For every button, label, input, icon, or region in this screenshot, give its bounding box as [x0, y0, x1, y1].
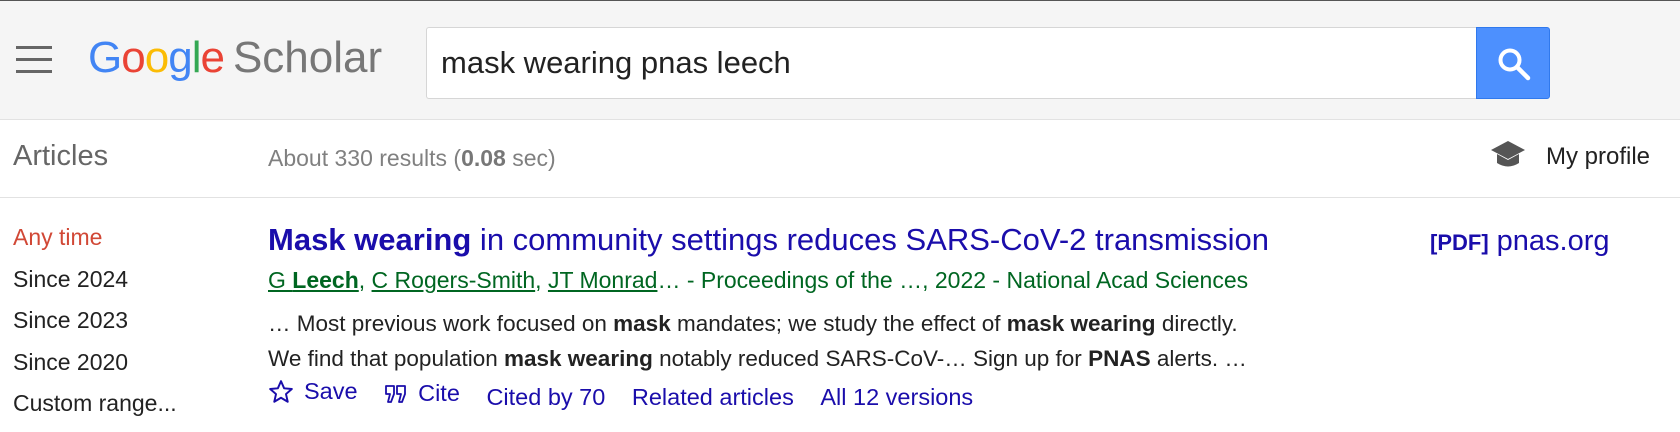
- snippet-text: alerts. …: [1150, 346, 1247, 371]
- logo-google-wordmark: Google: [88, 33, 225, 82]
- pdf-link[interactable]: [PDF] pnas.org: [1430, 225, 1610, 258]
- results-count-suffix: sec): [505, 145, 556, 171]
- save-button[interactable]: Save: [268, 378, 358, 405]
- result-title-link[interactable]: Mask wearing in community settings reduc…: [268, 222, 1368, 258]
- search-result: Mask wearing in community settings reduc…: [268, 222, 1368, 410]
- logo-letter: g: [168, 33, 193, 82]
- snippet-line-2: We find that population mask wearing not…: [268, 341, 1247, 376]
- filter-since-2023[interactable]: Since 2023: [13, 307, 177, 349]
- results-count-prefix: About 330 results (: [268, 145, 462, 171]
- search-button[interactable]: [1476, 27, 1550, 99]
- pdf-tag: [PDF]: [1430, 230, 1489, 255]
- author-link-leech[interactable]: G Leech: [268, 267, 359, 293]
- results-time: 0.08: [461, 145, 506, 171]
- time-filter-list: Any time Since 2024 Since 2023 Since 202…: [13, 224, 177, 432]
- result-title-rest: in community settings reduces SARS-CoV-2…: [471, 222, 1270, 257]
- cite-button[interactable]: Cite: [384, 380, 460, 407]
- snippet-text: We find that population: [268, 346, 504, 371]
- author-initial: G: [268, 267, 293, 293]
- cite-label: Cite: [418, 380, 460, 406]
- logo-letter: e: [200, 33, 225, 82]
- search-icon: [1498, 48, 1531, 81]
- filter-custom-range[interactable]: Custom range...: [13, 390, 177, 432]
- results-bar: [0, 120, 1680, 198]
- all-versions-link[interactable]: All 12 versions: [820, 384, 973, 411]
- author-surname: Leech: [292, 267, 359, 293]
- section-title-articles: Articles: [13, 140, 109, 172]
- filter-since-2020[interactable]: Since 2020: [13, 349, 177, 391]
- logo-letter: G: [88, 33, 122, 82]
- related-articles-link[interactable]: Related articles: [632, 384, 794, 411]
- results-count: About 330 results (0.08 sec): [268, 145, 556, 172]
- result-authors-line: G Leech, C Rogers-Smith, JT Monrad… - Pr…: [268, 267, 1248, 294]
- snippet-highlight: PNAS: [1088, 346, 1151, 371]
- google-scholar-logo[interactable]: Google Scholar: [88, 33, 382, 83]
- logo-scholar-word: Scholar: [232, 33, 383, 82]
- snippet-highlight: mask wearing: [504, 346, 653, 371]
- logo-letter: o: [121, 33, 146, 82]
- author-separator: ,: [535, 267, 548, 293]
- save-label: Save: [304, 378, 358, 404]
- snippet-text: mandates; we study the effect of: [670, 311, 1007, 336]
- snippet-text: directly.: [1155, 311, 1238, 336]
- logo-letter: o: [144, 33, 170, 82]
- snippet-text: notably reduced SARS-CoV-… Sign up for: [652, 346, 1089, 371]
- snippet-highlight: mask wearing: [1006, 311, 1156, 336]
- star-icon: [269, 379, 293, 403]
- search-box: [426, 27, 1476, 99]
- author-link-rogers-smith[interactable]: C Rogers-Smith: [372, 267, 536, 293]
- quote-icon: [385, 384, 407, 403]
- search-input[interactable]: [441, 28, 1461, 98]
- pdf-source: pnas.org: [1496, 225, 1610, 257]
- result-title-bold: Mask wearing: [268, 222, 472, 257]
- filter-since-2024[interactable]: Since 2024: [13, 266, 177, 308]
- snippet-text: … Most previous work focused on: [268, 311, 614, 336]
- snippet-line-1: … Most previous work focused on mask man…: [268, 306, 1247, 341]
- result-actions: Save Cite Cited by 70 Related articles A…: [268, 378, 993, 411]
- result-source: … - Proceedings of the …, 2022 - Nationa…: [657, 267, 1249, 293]
- author-link-monrad[interactable]: JT Monrad: [548, 267, 658, 293]
- hamburger-menu-icon[interactable]: [16, 46, 52, 74]
- result-snippet: … Most previous work focused on mask man…: [268, 306, 1247, 376]
- header: Google Scholar: [0, 1, 1680, 120]
- author-separator: ,: [358, 267, 372, 293]
- cited-by-link[interactable]: Cited by 70: [486, 384, 605, 411]
- snippet-highlight: mask: [613, 311, 671, 336]
- graduation-cap-icon: [1491, 141, 1525, 167]
- filter-any-time[interactable]: Any time: [13, 224, 177, 266]
- my-profile-label: My profile: [1546, 143, 1651, 170]
